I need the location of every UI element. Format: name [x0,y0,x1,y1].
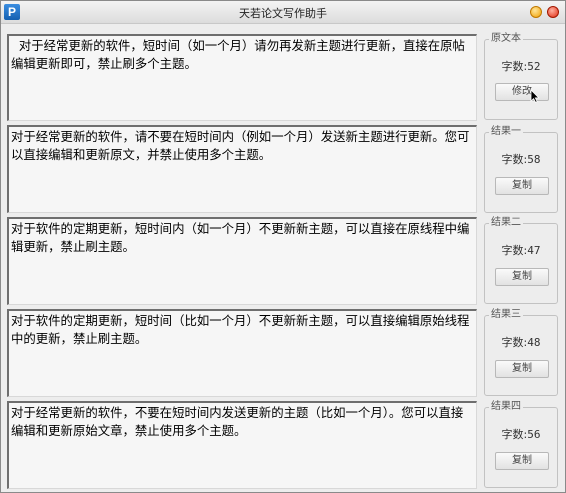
result-1-copy-button[interactable]: 复制 [495,177,549,195]
result-3-word-count: 字数:48 [501,336,541,349]
result-4-group-label: 结果四 [489,401,523,413]
original-group-label: 原文本 [489,33,523,45]
original-text-area[interactable]: 对于经常更新的软件，短时间（如一个月）请勿再发新主题进行更新，直接在原帖编辑更新… [7,34,477,121]
result-2-group: 结果二 字数:47 复制 [484,217,558,304]
app-window: P 天若论文写作助手 对于经常更新的软件，短时间（如一个月）请勿再发新主题进行更… [0,0,566,493]
result-2-text-area[interactable]: 对于软件的定期更新，短时间内（如一个月）不更新新主题，可以直接在原线程中编辑更新… [7,217,477,305]
result-1-text-area[interactable]: 对于经常更新的软件，请不要在短时间内（例如一个月）发送新主题进行更新。您可以直接… [7,125,477,213]
close-button[interactable] [547,6,559,18]
result-2-group-label: 结果二 [489,217,523,229]
result-1-word-count: 字数:58 [501,153,541,166]
minimize-button[interactable] [530,6,542,18]
result-1-group-label: 结果一 [489,126,523,138]
result-4-group: 结果四 字数:56 复制 [484,401,558,488]
result-3-group-label: 结果三 [489,309,523,321]
result-2-copy-button[interactable]: 复制 [495,268,549,286]
original-group: 原文本 字数:52 修改 [484,33,558,120]
result-3-copy-button[interactable]: 复制 [495,360,549,378]
result-1-group: 结果一 字数:58 复制 [484,126,558,213]
result-4-text-area[interactable]: 对于经常更新的软件，不要在短时间内发送更新的主题（比如一个月）。您可以直接编辑和… [7,401,477,489]
result-2-word-count: 字数:47 [501,244,541,257]
result-4-copy-button[interactable]: 复制 [495,452,549,470]
result-4-word-count: 字数:56 [501,428,541,441]
title-bar[interactable]: P 天若论文写作助手 [1,1,565,24]
mouse-cursor-icon [530,89,540,103]
result-3-text-area[interactable]: 对于软件的定期更新，短时间（比如一个月）不更新新主题，可以直接编辑原始线程中的更… [7,309,477,397]
window-title: 天若论文写作助手 [239,7,327,20]
original-word-count: 字数:52 [501,60,541,73]
result-3-group: 结果三 字数:48 复制 [484,309,558,396]
modify-button[interactable]: 修改 [495,83,549,101]
